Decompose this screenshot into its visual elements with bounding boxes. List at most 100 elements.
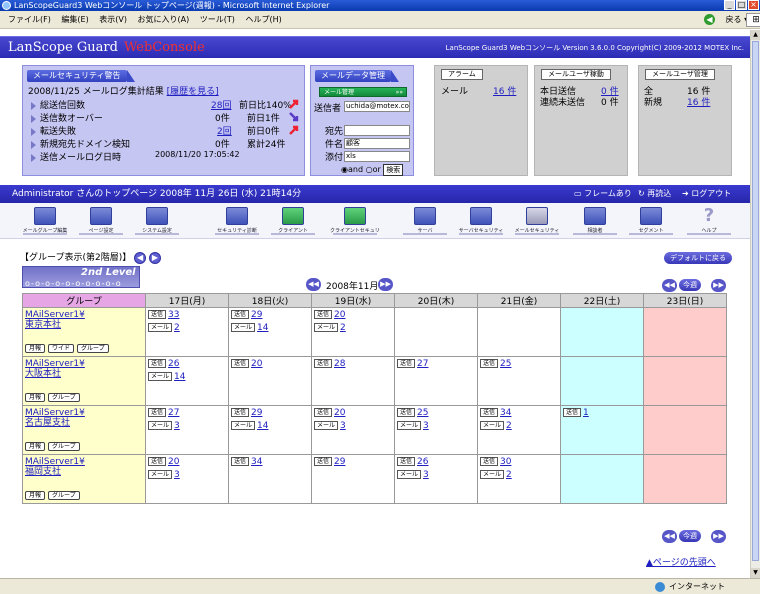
next-month-button[interactable]: ▶▶: [378, 278, 393, 291]
mail-count-link[interactable]: 14: [257, 421, 268, 431]
mail-count-link[interactable]: 3: [423, 470, 429, 480]
menu-favorites[interactable]: お気に入り(A): [138, 15, 190, 24]
or-radio[interactable]: ○: [366, 165, 373, 174]
server-name[interactable]: MAilServer1¥: [25, 408, 85, 418]
prev-month-button[interactable]: ◀◀: [306, 278, 321, 291]
mail-count-link[interactable]: 3: [174, 470, 180, 480]
search-button[interactable]: 検索: [383, 164, 404, 176]
level-up-button[interactable]: ◀: [134, 251, 147, 264]
prev-week-button-bottom[interactable]: ◀◀: [662, 530, 677, 543]
menu-help[interactable]: ヘルプ(H): [245, 15, 281, 24]
send-count-link[interactable]: 20: [334, 310, 345, 320]
scroll-thumb[interactable]: [752, 41, 759, 561]
tool-help[interactable]: ? ヘルプ: [684, 205, 734, 237]
send-count-link[interactable]: 27: [417, 359, 428, 369]
tool-page-settings[interactable]: ページ設定: [76, 205, 126, 237]
mail-count-link[interactable]: 3: [174, 421, 180, 431]
and-radio[interactable]: ◉: [341, 165, 348, 174]
mail-count-link[interactable]: 3: [340, 421, 346, 431]
prev-week-button-top[interactable]: ◀◀: [662, 279, 677, 292]
mail-count-link[interactable]: 14: [174, 372, 185, 382]
group-name[interactable]: 名古屋支社: [25, 418, 70, 428]
new-count-link[interactable]: 16 件: [687, 95, 710, 108]
send-count-link[interactable]: 25: [500, 359, 511, 369]
server-name[interactable]: MAilServer1¥: [25, 359, 85, 369]
mail-count-link[interactable]: 3: [423, 421, 429, 431]
group-name[interactable]: 東京本社: [25, 320, 61, 330]
send-count-link[interactable]: 30: [500, 457, 511, 467]
menu-view[interactable]: 表示(V): [99, 15, 127, 24]
back-button[interactable]: ◀ 戻る ▾: [696, 11, 748, 29]
tool-inquirer[interactable]: 相談者: [570, 205, 620, 237]
mail-manage-button[interactable]: メール管理 »»: [319, 87, 407, 97]
send-count-link[interactable]: 28: [334, 359, 345, 369]
subject-input[interactable]: 顧客: [344, 138, 410, 149]
tool-mail-security[interactable]: メールセキュリティ: [512, 205, 562, 237]
minimize-button[interactable]: _: [724, 0, 735, 10]
tool-client[interactable]: クライアント: [268, 205, 318, 237]
group-name[interactable]: 福岡支社: [25, 467, 61, 477]
next-week-button-top[interactable]: ▶▶: [711, 279, 726, 292]
attach-input[interactable]: xls: [344, 151, 410, 162]
close-button[interactable]: ×: [748, 0, 759, 10]
page-top-link[interactable]: ▲ページの先頭へ: [646, 555, 716, 568]
frame-link[interactable]: ▭ フレームあり: [574, 185, 632, 203]
send-count-link[interactable]: 29: [251, 408, 262, 418]
alert-value-link[interactable]: 28回: [211, 98, 231, 111]
group-name-link[interactable]: MAilServer1¥ 福岡支社: [25, 457, 85, 477]
group-name-link[interactable]: MAilServer1¥ 東京本社: [25, 310, 85, 330]
server-name[interactable]: MAilServer1¥: [25, 310, 85, 320]
this-week-button-top[interactable]: 今週: [679, 279, 701, 291]
sender-input[interactable]: uchida@motex.co.jp: [344, 101, 410, 112]
tool-mail-group-edit[interactable]: メールグループ編集: [20, 205, 70, 237]
mail-count-link[interactable]: 2: [506, 421, 512, 431]
to-input[interactable]: [344, 125, 410, 136]
group-name-link[interactable]: MAilServer1¥ 大阪本社: [25, 359, 85, 379]
monthly-report-button[interactable]: 月報: [25, 491, 46, 500]
server-name[interactable]: MAilServer1¥: [25, 457, 85, 467]
history-link[interactable]: [履歴を見る]: [167, 87, 219, 97]
level-down-button[interactable]: ▶: [148, 251, 161, 264]
tool-server-security[interactable]: サーバセキュリティ: [456, 205, 506, 237]
alarm-count-link[interactable]: 16 件: [493, 84, 516, 97]
send-count-link[interactable]: 27: [168, 408, 179, 418]
menu-file[interactable]: ファイル(F): [8, 15, 51, 24]
monthly-report-button[interactable]: 月報: [25, 344, 46, 353]
monthly-report-button[interactable]: 月報: [25, 393, 46, 402]
group-name[interactable]: 大阪本社: [25, 369, 61, 379]
wide-button[interactable]: ワイド: [48, 344, 75, 353]
logout-link[interactable]: ➜ ログアウト: [682, 185, 731, 203]
alert-value-link[interactable]: 2回: [217, 124, 232, 137]
reload-link[interactable]: ↻ 再読込: [638, 185, 671, 203]
tool-security-diagnosis[interactable]: セキュリティ診断: [212, 205, 262, 237]
send-count-link[interactable]: 26: [417, 457, 428, 467]
group-button[interactable]: グループ: [77, 344, 109, 353]
group-button[interactable]: グループ: [48, 491, 80, 500]
next-week-button-bottom[interactable]: ▶▶: [711, 530, 726, 543]
this-week-button-bottom[interactable]: 今週: [679, 530, 701, 542]
send-count-link[interactable]: 20: [168, 457, 179, 467]
send-count-link[interactable]: 20: [251, 359, 262, 369]
send-count-link[interactable]: 33: [168, 310, 179, 320]
send-count-link[interactable]: 1: [583, 408, 589, 418]
send-count-link[interactable]: 34: [500, 408, 511, 418]
send-count-link[interactable]: 29: [334, 457, 345, 467]
send-count-link[interactable]: 29: [251, 310, 262, 320]
send-count-link[interactable]: 20: [334, 408, 345, 418]
maximize-button[interactable]: □: [736, 0, 747, 10]
send-count-link[interactable]: 34: [251, 457, 262, 467]
tool-server[interactable]: サーバ: [400, 205, 450, 237]
scroll-up-icon[interactable]: ▲: [751, 30, 760, 40]
mail-count-link[interactable]: 14: [257, 323, 268, 333]
group-button[interactable]: グループ: [48, 393, 80, 402]
scroll-down-icon[interactable]: ▼: [751, 568, 760, 578]
tool-system-settings[interactable]: システム設定: [132, 205, 182, 237]
tool-client-security[interactable]: クライアントセキュリティ: [330, 205, 380, 237]
vertical-scrollbar[interactable]: ▲ ▼: [750, 30, 760, 578]
group-name-link[interactable]: MAilServer1¥ 名古屋支社: [25, 408, 85, 428]
tool-segment[interactable]: セグメント: [626, 205, 676, 237]
send-count-link[interactable]: 25: [417, 408, 428, 418]
send-count-link[interactable]: 26: [168, 359, 179, 369]
menu-tools[interactable]: ツール(T): [200, 15, 235, 24]
monthly-report-button[interactable]: 月報: [25, 442, 46, 451]
